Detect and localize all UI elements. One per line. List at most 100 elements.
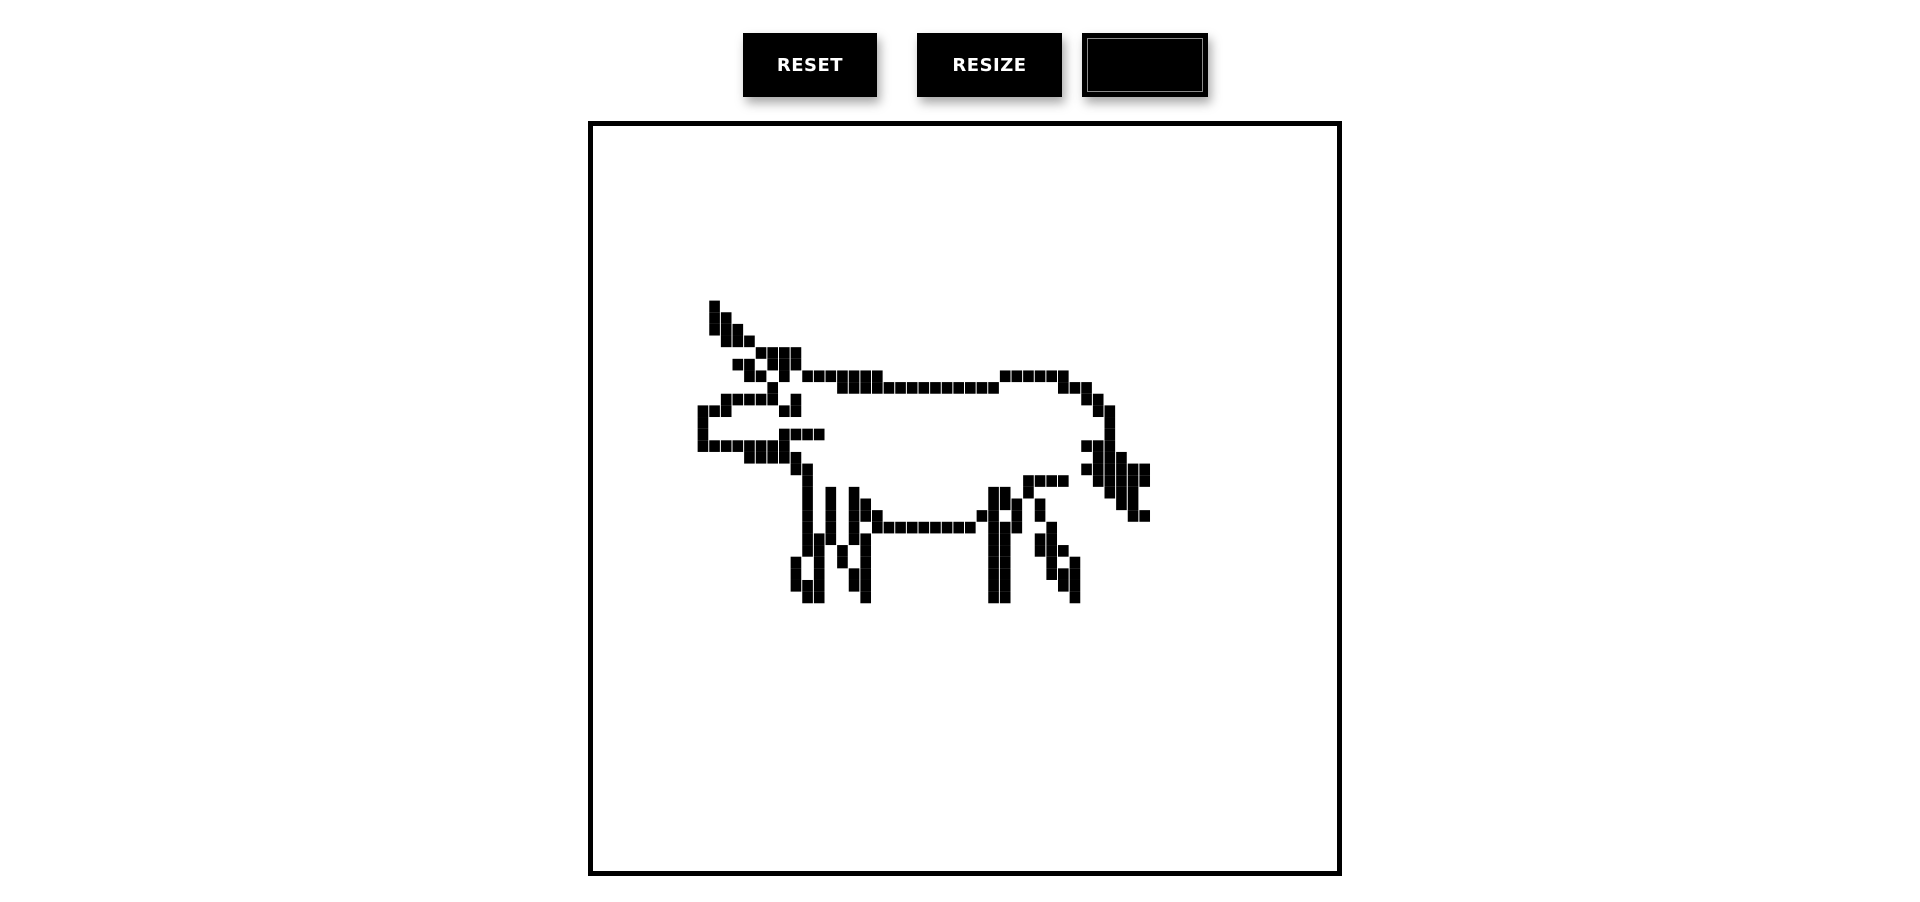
filled-pixel[interactable]	[1069, 556, 1081, 569]
filled-pixel[interactable]	[848, 498, 860, 511]
filled-pixel[interactable]	[1127, 486, 1139, 499]
filled-pixel[interactable]	[1127, 475, 1139, 487]
filled-pixel[interactable]	[837, 370, 848, 383]
filled-pixel[interactable]	[1058, 370, 1069, 383]
filled-pixel[interactable]	[1116, 463, 1127, 476]
filled-pixel[interactable]	[825, 533, 837, 546]
filled-pixel[interactable]	[895, 382, 906, 394]
filled-pixel[interactable]	[860, 591, 872, 604]
filled-pixel[interactable]	[872, 510, 883, 522]
filled-pixel[interactable]	[988, 382, 999, 394]
filled-pixel[interactable]	[1046, 370, 1058, 383]
filled-pixel[interactable]	[1092, 475, 1104, 487]
filled-pixel[interactable]	[790, 405, 802, 418]
filled-pixel[interactable]	[1081, 463, 1092, 476]
filled-pixel[interactable]	[825, 498, 837, 511]
filled-pixel[interactable]	[988, 579, 999, 592]
filled-pixel[interactable]	[1092, 405, 1104, 418]
filled-pixel[interactable]	[779, 440, 790, 452]
filled-pixel[interactable]	[744, 370, 755, 383]
filled-pixel[interactable]	[1046, 521, 1058, 534]
filled-pixel[interactable]	[883, 382, 895, 394]
filled-pixel[interactable]	[744, 335, 755, 348]
filled-pixel[interactable]	[1023, 486, 1034, 499]
filled-pixel[interactable]	[1127, 498, 1139, 511]
filled-pixel[interactable]	[755, 393, 767, 406]
filled-pixel[interactable]	[1116, 451, 1127, 464]
filled-pixel[interactable]	[1058, 579, 1069, 592]
filled-pixel[interactable]	[813, 370, 825, 383]
filled-pixel[interactable]	[779, 358, 790, 371]
filled-pixel[interactable]	[1104, 405, 1116, 418]
filled-pixel[interactable]	[755, 440, 767, 452]
filled-pixel[interactable]	[709, 440, 720, 452]
filled-pixel[interactable]	[1104, 440, 1116, 452]
filled-pixel[interactable]	[720, 393, 732, 406]
filled-pixel[interactable]	[941, 382, 953, 394]
filled-pixel[interactable]	[1139, 510, 1151, 522]
filled-pixel[interactable]	[1046, 556, 1058, 569]
filled-pixel[interactable]	[790, 358, 802, 371]
filled-pixel[interactable]	[837, 556, 848, 569]
filled-pixel[interactable]	[988, 556, 999, 569]
filled-pixel[interactable]	[848, 382, 860, 394]
filled-pixel[interactable]	[767, 393, 779, 406]
filled-pixel[interactable]	[732, 440, 744, 452]
filled-pixel[interactable]	[813, 428, 825, 441]
filled-pixel[interactable]	[767, 358, 779, 371]
filled-pixel[interactable]	[825, 486, 837, 499]
filled-pixel[interactable]	[813, 568, 825, 580]
filled-pixel[interactable]	[848, 486, 860, 499]
filled-pixel[interactable]	[1104, 451, 1116, 464]
filled-pixel[interactable]	[1081, 393, 1092, 406]
filled-pixel[interactable]	[1046, 475, 1058, 487]
filled-pixel[interactable]	[1011, 521, 1023, 534]
filled-pixel[interactable]	[1011, 510, 1023, 522]
filled-pixel[interactable]	[744, 451, 755, 464]
filled-pixel[interactable]	[790, 347, 802, 359]
filled-pixel[interactable]	[848, 533, 860, 546]
filled-pixel[interactable]	[1139, 475, 1151, 487]
filled-pixel[interactable]	[999, 568, 1011, 580]
filled-pixel[interactable]	[802, 486, 813, 499]
filled-pixel[interactable]	[779, 370, 790, 383]
filled-pixel[interactable]	[1058, 382, 1069, 394]
filled-pixel[interactable]	[825, 370, 837, 383]
filled-pixel[interactable]	[872, 370, 883, 383]
filled-pixel[interactable]	[732, 323, 744, 336]
filled-pixel[interactable]	[755, 451, 767, 464]
filled-pixel[interactable]	[860, 382, 872, 394]
filled-pixel[interactable]	[1116, 475, 1127, 487]
filled-pixel[interactable]	[988, 545, 999, 557]
filled-pixel[interactable]	[802, 370, 813, 383]
filled-pixel[interactable]	[813, 579, 825, 592]
filled-pixel[interactable]	[1023, 370, 1034, 383]
filled-pixel[interactable]	[930, 521, 941, 534]
filled-pixel[interactable]	[872, 521, 883, 534]
filled-pixel[interactable]	[1011, 370, 1023, 383]
filled-pixel[interactable]	[1116, 486, 1127, 499]
filled-pixel[interactable]	[1092, 393, 1104, 406]
filled-pixel[interactable]	[1116, 498, 1127, 511]
filled-pixel[interactable]	[988, 486, 999, 499]
filled-pixel[interactable]	[697, 440, 709, 452]
filled-pixel[interactable]	[720, 323, 732, 336]
filled-pixel[interactable]	[976, 382, 988, 394]
filled-pixel[interactable]	[813, 545, 825, 557]
filled-pixel[interactable]	[744, 440, 755, 452]
filled-pixel[interactable]	[1046, 545, 1058, 557]
filled-pixel[interactable]	[767, 382, 779, 394]
filled-pixel[interactable]	[883, 521, 895, 534]
filled-pixel[interactable]	[755, 347, 767, 359]
filled-pixel[interactable]	[1023, 475, 1034, 487]
filled-pixel[interactable]	[1139, 463, 1151, 476]
filled-pixel[interactable]	[999, 533, 1011, 546]
filled-pixel[interactable]	[1092, 463, 1104, 476]
filled-pixel[interactable]	[813, 556, 825, 569]
filled-pixel[interactable]	[837, 545, 848, 557]
filled-pixel[interactable]	[1127, 510, 1139, 522]
filled-pixel[interactable]	[720, 335, 732, 348]
filled-pixel[interactable]	[872, 382, 883, 394]
filled-pixel[interactable]	[988, 498, 999, 511]
filled-pixel[interactable]	[1104, 463, 1116, 476]
